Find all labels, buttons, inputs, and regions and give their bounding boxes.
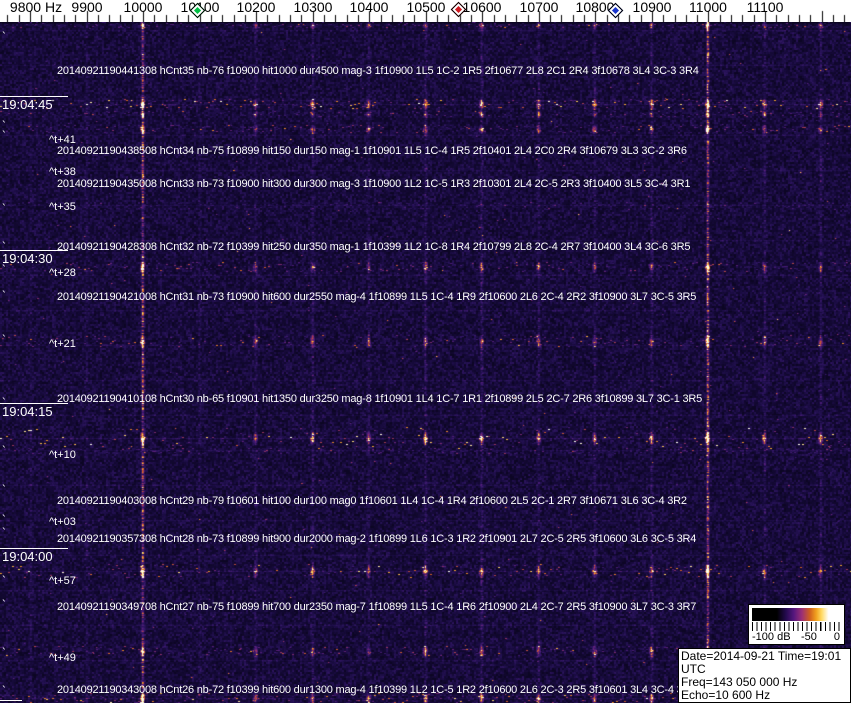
edge-tick-mark: ` [1, 526, 8, 539]
detection-log-line: 20140921190403008 hCnt29 nb-79 f10601 hi… [57, 495, 687, 507]
colorbar-label-max: 0 [833, 631, 840, 643]
edge-tick-mark: ` [1, 289, 8, 302]
freq-label: 10000 [123, 0, 163, 15]
freq-label: 10300 [293, 0, 333, 15]
edge-tick-mark: ` [1, 684, 8, 697]
edge-tick-mark: ` [1, 202, 8, 215]
edge-tick-mark: ` [1, 646, 8, 659]
edge-tick-mark: ` [1, 333, 8, 346]
time-label: 19:04:45 [0, 96, 68, 111]
info-date-time: Date=2014-09-21 Time=19:01 UTC [681, 649, 842, 676]
colorbar-label-min: -100 dB [752, 631, 791, 643]
detection-log-line: 20140921190349708 hCnt27 nb-75 f10899 hi… [57, 601, 697, 613]
freq-label: 10900 [632, 0, 672, 15]
detection-log-line: 20140921190343008 hCnt26 nb-72 f10399 hi… [57, 684, 697, 696]
status-info-box: Date=2014-09-21 Time=19:01 UTC Freq=143 … [678, 648, 851, 703]
edge-tick-mark: ` [1, 444, 8, 457]
edge-tick-mark: ` [1, 263, 8, 276]
detection-log-line: 20140921190428308 hCnt32 nb-72 f10399 hi… [57, 241, 691, 253]
detection-log-line: 20140921190435008 hCnt33 nb-73 f10900 hi… [57, 178, 691, 190]
freq-label: 11100 [746, 0, 784, 15]
detection-log-line: 20140921190357308 hCnt28 nb-73 f10899 hi… [57, 533, 697, 545]
freq-label: 10400 [349, 0, 389, 15]
freq-label: 10600 [462, 0, 502, 15]
echo-time-marker: ^t+57 [49, 575, 76, 587]
edge-tick-mark: ` [1, 30, 8, 43]
freq-label: 9900 [71, 0, 103, 15]
edge-tick-mark: ` [1, 129, 8, 142]
freq-label: 10800 [575, 0, 615, 15]
time-label: 19:04:15 [0, 403, 68, 418]
freq-label: 10200 [236, 0, 276, 15]
freq-label: 11000 [689, 0, 727, 15]
time-label: 19:04:00 [0, 548, 68, 563]
edge-tick-mark: ` [1, 598, 8, 611]
echo-time-marker: ^t+49 [49, 652, 76, 664]
colorbar-gradient [752, 608, 841, 621]
echo-time-marker: ^t+03 [49, 516, 76, 528]
freq-label: 9800 Hz [9, 0, 63, 15]
colorbar-labels: -100 dB -50 0 [752, 631, 841, 644]
detection-log-line: 20140921190421008 hCnt31 nb-73 f10900 hi… [57, 291, 697, 303]
echo-time-marker: ^t+21 [49, 338, 76, 350]
db-colorbar-legend: -100 dB -50 0 [748, 604, 845, 645]
edge-tick-mark: ` [1, 396, 8, 409]
echo-time-marker: ^t+38 [49, 166, 76, 178]
detection-log-line: 20140921190438508 hCnt34 nb-75 f10899 hi… [57, 145, 687, 157]
edge-tick-mark: ` [1, 513, 8, 526]
colorbar-label-mid: -50 [800, 631, 817, 643]
spectrogram-app-window: 9800 Hz990010000101001020010300104001050… [0, 0, 851, 703]
detection-log-line: 20140921190410108 hCnt30 nb-65 f10901 hi… [57, 393, 703, 405]
colorbar-tick-scale [752, 622, 841, 631]
freq-label: 10500 [406, 0, 446, 15]
echo-time-marker: ^t+35 [49, 201, 76, 213]
edge-tick-mark: ` [1, 483, 8, 496]
frequency-ruler: 9800 Hz990010000101001020010300104001050… [0, 0, 851, 22]
edge-tick-mark: ` [1, 574, 8, 587]
echo-time-marker: ^t+10 [49, 449, 76, 461]
freq-label: 10700 [519, 0, 559, 15]
detection-log-line: 20140921190441308 hCnt35 nb-76 f10900 hi… [57, 65, 699, 77]
echo-time-marker: ^t+28 [49, 267, 76, 279]
edge-tick-mark: ` [1, 240, 8, 253]
